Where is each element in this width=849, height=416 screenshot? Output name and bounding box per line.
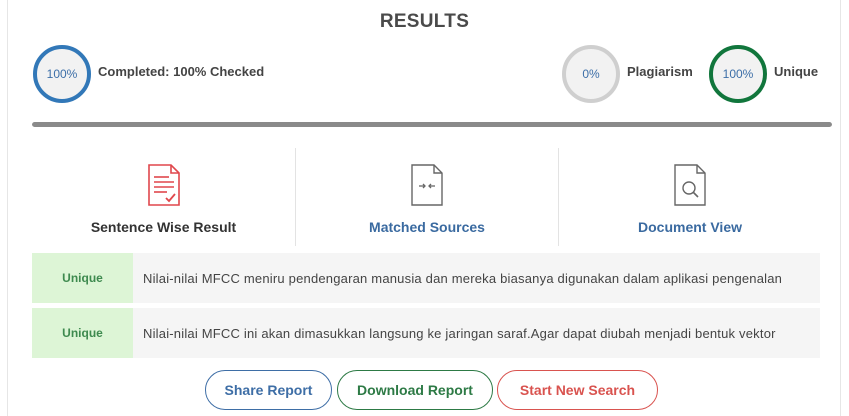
sentence-text: Nilai-nilai MFCC ini akan dimasukkan lan… [143,325,776,341]
completed-circle: 100% [33,45,91,103]
page-title: RESULTS [379,11,470,32]
tab-matched-sources[interactable]: Matched Sources [296,148,558,246]
start-new-search-button[interactable]: Start New Search [497,370,658,410]
completed-value: 100% [46,67,78,81]
plagiarism-label: Plagiarism [627,64,693,79]
document-search-icon [674,164,706,206]
plagiarism-value: 0% [582,67,600,81]
result-row[interactable]: Unique Nilai-nilai MFCC meniru pendengar… [32,253,820,303]
plagiarism-circle: 0% [562,45,620,103]
tab-label: Sentence Wise Result [90,219,237,235]
unique-circle: 100% [709,45,767,103]
completed-label: Completed: 100% Checked [98,64,265,79]
document-compare-icon [411,164,443,206]
progress-bar [32,122,832,127]
tab-label: Document View [638,219,742,235]
unique-value: 100% [722,67,754,81]
sentence-text: Nilai-nilai MFCC meniru pendengaran manu… [143,270,783,286]
unique-label: Unique [774,64,819,79]
progress-fill [32,122,832,127]
tab-label: Matched Sources [369,219,485,235]
download-report-button[interactable]: Download Report [337,370,493,410]
status-badge: Unique [32,308,133,358]
result-row[interactable]: Unique Nilai-nilai MFCC ini akan dimasuk… [32,308,820,358]
status-badge: Unique [32,253,133,303]
tab-sentence-wise-result[interactable]: Sentence Wise Result [32,148,295,246]
tab-document-view[interactable]: Document View [559,148,821,246]
document-check-icon [147,164,180,206]
share-report-button[interactable]: Share Report [205,370,332,410]
